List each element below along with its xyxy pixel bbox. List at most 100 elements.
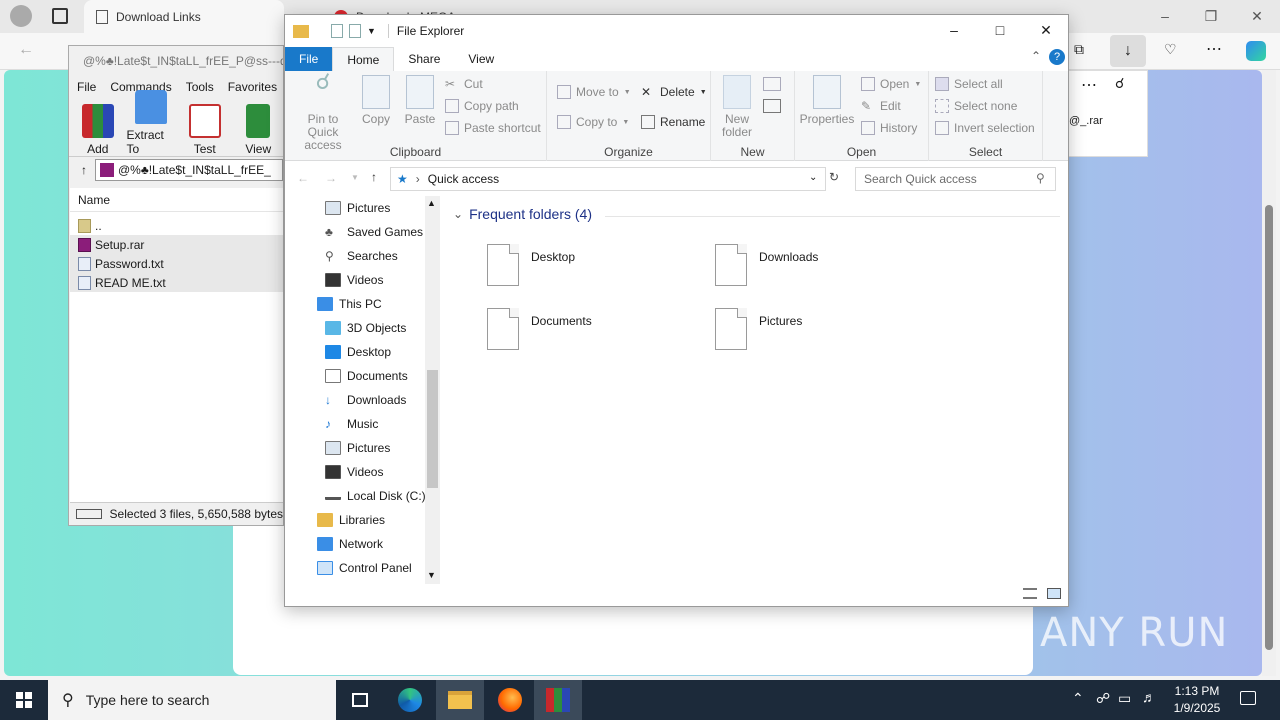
qat-dropdown-icon[interactable]: ▼ xyxy=(367,26,376,36)
invert-selection-button[interactable]: Invert selection xyxy=(935,121,1035,135)
forward-icon[interactable]: → xyxy=(325,171,337,185)
help-icon[interactable]: ? xyxy=(1049,49,1065,65)
nav-item-videos-pc[interactable]: Videos xyxy=(325,460,383,484)
scroll-down-icon[interactable]: ▼ xyxy=(427,570,436,580)
page-scrollbar-thumb[interactable] xyxy=(1265,205,1273,650)
nav-pane-scroll-thumb[interactable] xyxy=(427,370,438,488)
task-view-button[interactable] xyxy=(336,680,384,720)
history-button[interactable]: History xyxy=(861,121,917,135)
easy-access-icon[interactable] xyxy=(763,99,781,113)
show-hidden-icons[interactable]: ⌃ xyxy=(1072,690,1084,707)
select-all-button[interactable]: Select all xyxy=(935,77,1003,91)
up-icon[interactable]: ↑ xyxy=(371,170,377,184)
column-header-name[interactable]: Name xyxy=(70,188,283,212)
new-folder-button[interactable]: New folder xyxy=(717,75,757,139)
extensions-icon[interactable]: ♡ xyxy=(1164,41,1177,58)
menu-favorites[interactable]: Favorites xyxy=(228,80,277,94)
nav-item-3d-objects[interactable]: 3D Objects xyxy=(325,316,406,340)
back-icon[interactable]: ← xyxy=(297,171,309,185)
tab-actions-icon[interactable] xyxy=(52,8,68,24)
add-button[interactable]: Add xyxy=(73,104,123,156)
edit-button[interactable]: ✎ Edit xyxy=(861,99,901,113)
copilot-icon[interactable] xyxy=(1246,41,1266,61)
qat-newfolder-icon[interactable] xyxy=(349,24,361,38)
start-button[interactable] xyxy=(0,680,48,720)
details-view-icon[interactable] xyxy=(1023,588,1037,599)
nav-item-saved-games[interactable]: ♣ Saved Games xyxy=(325,220,423,244)
delete-button[interactable]: ✕ Delete ▼ xyxy=(641,85,707,99)
list-item[interactable]: Setup.rar xyxy=(70,235,283,254)
tab-home[interactable]: Home xyxy=(332,47,395,71)
address-dropdown-icon[interactable]: ⌄ xyxy=(809,172,817,183)
folder-desktop[interactable]: Desktop xyxy=(487,244,575,286)
nav-item-local-disk[interactable]: Local Disk (C:) xyxy=(325,484,426,508)
recent-locations-icon[interactable]: ▼ xyxy=(351,173,359,182)
tab-download-links[interactable]: Download Links xyxy=(84,0,284,33)
nav-item-documents[interactable]: Documents xyxy=(325,364,408,388)
copy-path-button[interactable]: Copy path xyxy=(445,99,519,113)
close-button[interactable]: ✕ xyxy=(1023,15,1069,45)
tab-share[interactable]: Share xyxy=(394,47,454,71)
large-icons-view-icon[interactable] xyxy=(1047,588,1061,599)
scroll-up-icon[interactable]: ▲ xyxy=(427,198,436,208)
back-icon[interactable]: ← xyxy=(18,41,34,59)
nav-item-pictures-pc[interactable]: Pictures xyxy=(325,436,390,460)
minimize-button[interactable]: – xyxy=(931,15,977,45)
copy-to-button[interactable]: Copy to ▼ xyxy=(557,115,629,129)
edge-taskbar-button[interactable] xyxy=(386,680,434,720)
restore-button[interactable]: ❐ xyxy=(1188,0,1234,32)
folder-pictures[interactable]: Pictures xyxy=(715,308,802,350)
security-icon[interactable]: ☍ xyxy=(1096,690,1110,707)
nav-item-searches[interactable]: ⚲ Searches xyxy=(325,244,398,268)
profile-icon[interactable] xyxy=(10,5,32,27)
tab-file[interactable]: File xyxy=(285,47,333,71)
collections-icon[interactable]: ⧉ xyxy=(1074,41,1084,58)
frequent-folders-header[interactable]: ⌄ Frequent folders (4) xyxy=(453,206,592,222)
minimize-button[interactable]: – xyxy=(1142,0,1188,32)
firefox-taskbar-button[interactable] xyxy=(486,680,534,720)
notification-icon[interactable] xyxy=(1240,691,1256,705)
downloads-icon[interactable]: ↓ xyxy=(1110,35,1146,67)
winrar-taskbar-button[interactable] xyxy=(534,680,582,720)
maximize-button[interactable]: □ xyxy=(977,15,1023,45)
refresh-icon[interactable]: ↻ xyxy=(829,170,839,184)
collapse-ribbon-icon[interactable]: ⌃ xyxy=(1031,49,1041,63)
rename-button[interactable]: Rename xyxy=(641,115,705,129)
volume-icon[interactable]: ♬ xyxy=(1142,689,1156,705)
address-bar[interactable]: ★ › Quick access ⌄ xyxy=(390,167,826,191)
pin-icon[interactable]: ☌ xyxy=(1115,75,1124,92)
extract-to-button[interactable]: Extract To xyxy=(127,90,177,156)
qat-properties-icon[interactable] xyxy=(331,24,343,38)
new-item-icon[interactable] xyxy=(763,77,781,91)
test-button[interactable]: Test xyxy=(180,104,230,156)
more-icon[interactable]: ⋯ xyxy=(1081,75,1097,95)
properties-button[interactable]: Properties xyxy=(799,75,855,126)
folder-downloads[interactable]: Downloads xyxy=(715,244,818,286)
copy-button[interactable]: Copy xyxy=(359,75,393,126)
select-none-button[interactable]: Select none xyxy=(935,99,1017,113)
nav-item-control-panel[interactable]: Control Panel xyxy=(317,556,412,580)
nav-item-videos[interactable]: Videos xyxy=(325,268,383,292)
folder-documents[interactable]: Documents xyxy=(487,308,592,350)
nav-item-network[interactable]: Network xyxy=(317,532,383,556)
up-icon[interactable]: ↑ xyxy=(81,163,87,177)
move-to-button[interactable]: Move to ▼ xyxy=(557,85,631,99)
nav-item-downloads[interactable]: ↓ Downloads xyxy=(325,388,406,412)
file-explorer-taskbar-button[interactable] xyxy=(436,680,484,720)
paste-shortcut-button[interactable]: Paste shortcut xyxy=(445,121,541,135)
list-item[interactable]: Password.txt xyxy=(70,254,283,273)
nav-item-libraries[interactable]: Libraries xyxy=(317,508,385,532)
nav-item-this-pc[interactable]: This PC xyxy=(317,292,382,316)
open-button[interactable]: Open ▼ xyxy=(861,77,921,91)
more-icon[interactable]: ⋯ xyxy=(1206,39,1222,59)
menu-tools[interactable]: Tools xyxy=(186,80,214,94)
winrar-path-field[interactable]: @%♣!Late$t_IN$taLL_frEE_ xyxy=(95,158,283,181)
close-button[interactable]: ✕ xyxy=(1234,0,1280,32)
tab-view[interactable]: View xyxy=(454,47,508,71)
search-input[interactable]: Search Quick access ⚲ xyxy=(855,167,1056,191)
view-button[interactable]: View xyxy=(234,104,284,156)
taskbar-search-input[interactable]: ⚲ Type here to search xyxy=(48,680,336,720)
nav-item-music[interactable]: ♪ Music xyxy=(325,412,378,436)
menu-file[interactable]: File xyxy=(77,80,96,94)
nav-item-desktop[interactable]: Desktop xyxy=(325,340,391,364)
